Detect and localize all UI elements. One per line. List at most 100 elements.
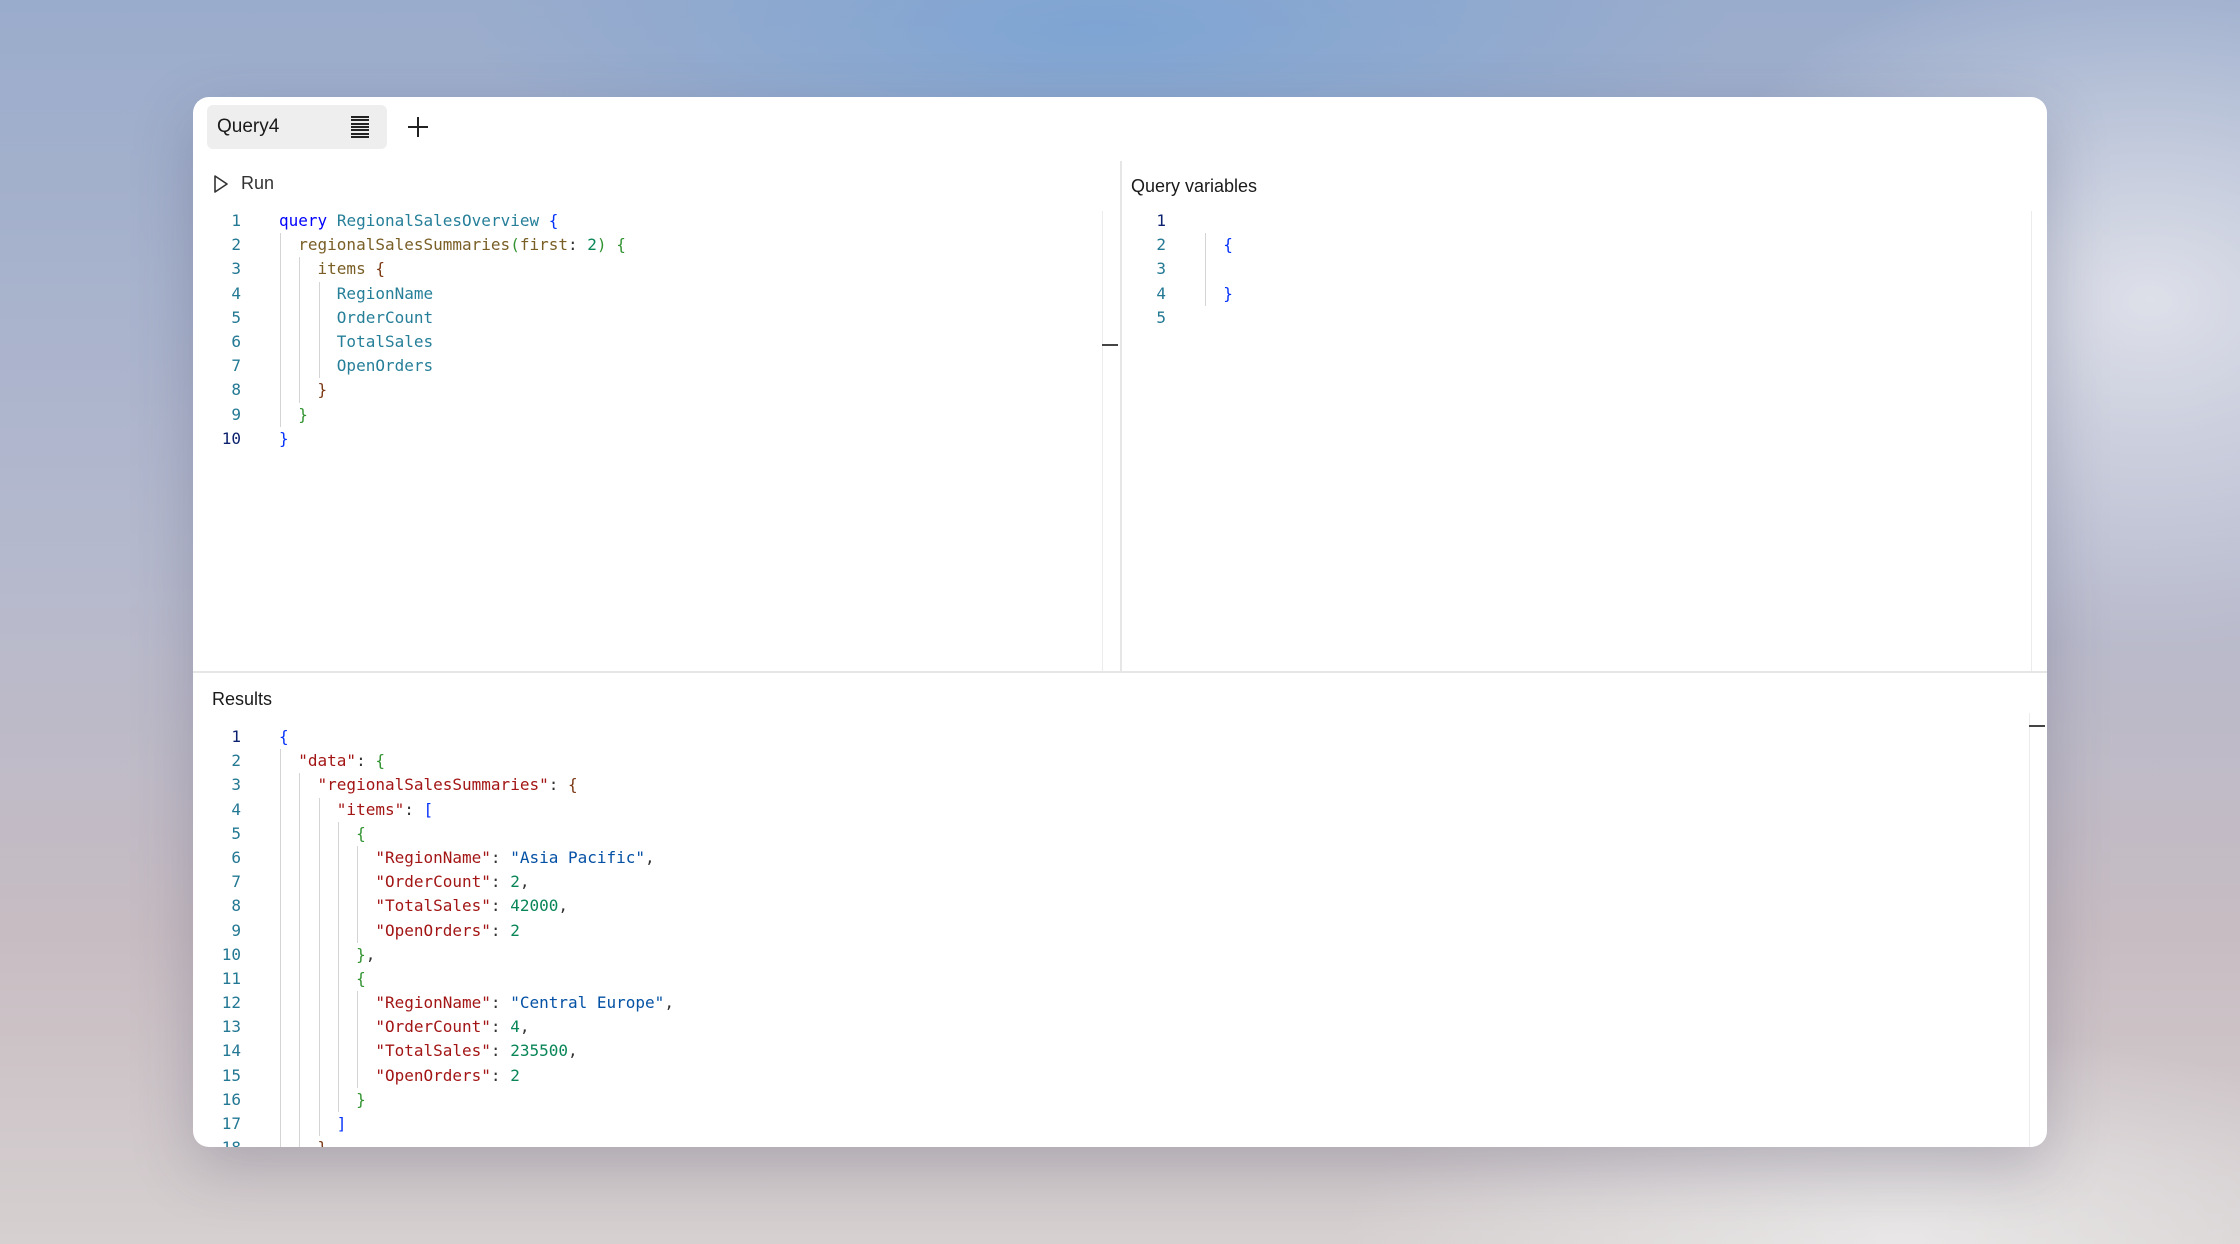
code-token: , [567,1041,578,1061]
indent-guide [299,1112,301,1137]
line-number: 5 [231,307,241,327]
code-token: "OpenOrders" [375,1065,491,1085]
indent-guide [318,894,320,919]
code-token: 235500 [510,1041,568,1061]
query-code-editor[interactable]: 1 query RegionalSalesOverview {2 regional… [193,209,1093,451]
indent-guide [337,1039,339,1064]
code-line: 11 { [193,966,1993,992]
results-scrollbar[interactable] [2029,713,2045,1147]
code-token: "RegionName" [375,993,491,1013]
line-number: 3 [231,259,241,279]
code-token: 4 [510,1017,520,1037]
code-line: 6 TotalSales [193,329,1093,355]
indent-guide [1205,257,1206,282]
code-line: 9 } [193,402,1093,427]
line-number: 8 [231,380,241,400]
variables-scrollbar[interactable] [2031,211,2047,671]
line-number: 14 [221,1041,241,1061]
code-line: 10 }, [193,942,1993,967]
code-line: 14 "TotalSales": 235500, [193,1039,1993,1064]
code-token: "RegionName" [375,847,491,867]
code-line: 5 { [193,821,1993,846]
indent-guide [280,918,281,943]
results-scroll-position [2029,725,2045,727]
indent-guide [318,966,320,992]
indent-guide [299,1039,301,1064]
indent-guide [299,942,301,967]
line-content: "OpenOrders": 2 [279,918,1993,943]
variables-code-editor[interactable]: 12 {3 4 } 5 [1118,209,2008,330]
code-token: { [567,775,578,795]
indent-guide [280,233,281,258]
indent-guide [299,991,301,1016]
code-line: 9 "OpenOrders": 2 [193,918,1993,943]
indent-guide [280,870,281,895]
indent-guide [299,845,301,871]
run-button[interactable]: Run [213,173,274,194]
line-content: OrderCount [279,305,1093,330]
query-scrollbar[interactable] [1102,211,1118,671]
code-token: : [490,847,511,867]
indent-guide [318,1087,320,1112]
indent-guide [280,942,281,967]
indent-guide [299,870,301,895]
code-token: "TotalSales" [375,896,491,916]
indent-guide [337,894,339,919]
line-number: 7 [231,872,241,892]
add-tab-button[interactable] [401,110,435,144]
code-token: } [356,944,366,964]
tab-bar: Query4 [207,105,435,149]
results-code-viewer[interactable]: 1{2 "data": {3 "regionalSalesSummaries":… [193,725,1993,1147]
code-token: items [317,259,366,279]
indent-guide [299,305,301,330]
indent-guide [299,1136,301,1147]
run-label: Run [241,173,275,193]
line-content: } [279,1087,1993,1112]
code-line: 2 regionalSalesSummaries(first: 2) { [193,233,1093,258]
code-token: 2 [510,1065,520,1085]
line-content: query RegionalSalesOverview { [279,209,1093,233]
line-content: { [279,725,1993,749]
code-token: ) [596,235,607,255]
indent-guide [280,1015,281,1040]
line-number: 2 [1156,235,1166,255]
plus-icon [408,117,428,137]
code-line: 4 "items": [ [193,797,1993,822]
line-content: regionalSalesSummaries(first: 2) { [279,233,1093,258]
line-content [1204,257,2008,282]
code-line: 13 "OrderCount": 4, [193,1015,1993,1040]
indent-guide [299,894,301,919]
code-token: [ [423,799,434,819]
line-number: 12 [221,993,241,1013]
code-token: , [645,847,655,867]
code-token: : [490,896,511,916]
code-token: } [317,380,328,400]
tab-query4[interactable]: Query4 [207,105,387,149]
line-number: 9 [231,920,241,940]
code-token: } [356,1089,366,1109]
code-line: 5 OrderCount [193,305,1093,330]
line-number: 10 [221,944,241,964]
line-number: 18 [193,1136,241,1147]
code-token: TotalSales [336,331,434,351]
indent-guide [299,966,301,992]
results-title: Results [212,689,273,709]
code-token: { [375,259,385,279]
indent-guide [280,966,281,992]
document-lines-icon[interactable] [351,116,369,138]
code-token: "Asia Pacific" [510,847,646,867]
code-token: { [356,823,366,843]
code-token: RegionName [336,283,434,303]
indent-guide [299,257,301,282]
line-number: 6 [231,847,241,867]
line-content: }, [279,942,1993,967]
